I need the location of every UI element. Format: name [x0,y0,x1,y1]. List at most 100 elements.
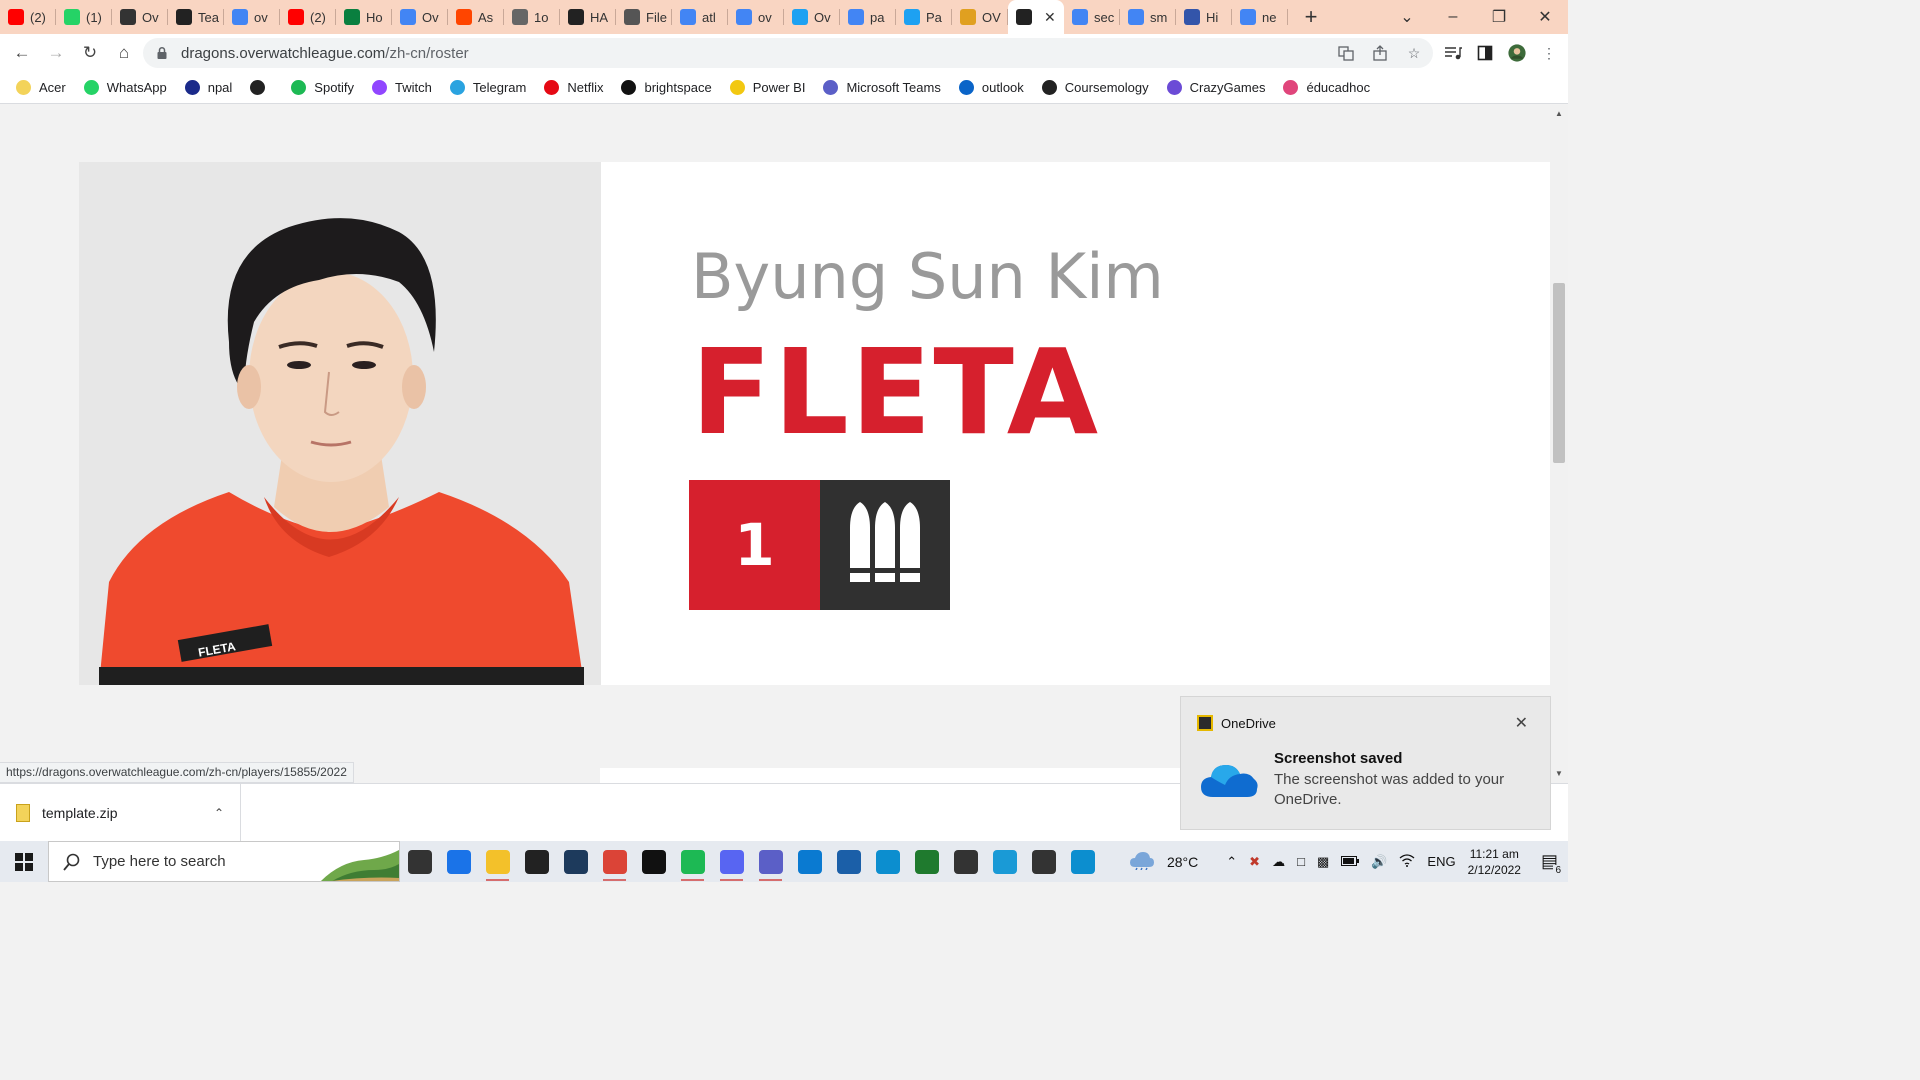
tab-search-icon[interactable]: ⌄ [1384,0,1430,34]
taskbar-app[interactable] [712,841,751,882]
bookmark-item[interactable]: Microsoft Teams [823,80,941,95]
taskbar-app[interactable] [556,841,595,882]
forward-button[interactable]: → [39,36,73,70]
taskbar-app[interactable] [946,841,985,882]
profile-avatar[interactable] [1508,44,1526,62]
language-indicator[interactable]: ENG [1427,854,1455,869]
browser-tab[interactable]: As [448,0,504,34]
page-scrollbar[interactable]: ▲ ▼ [1550,105,1568,783]
taskbar-search-box[interactable]: Type here to search [48,841,400,882]
bookmark-item[interactable]: Power BI [729,80,805,95]
bookmark-item[interactable]: brightspace [621,80,712,95]
taskbar-app[interactable] [751,841,790,882]
url-text[interactable]: dragons.overwatchleague.com/zh-cn/roster [181,45,469,62]
scroll-down-arrow[interactable]: ▼ [1554,769,1564,779]
bookmark-star-icon[interactable]: ☆ [1405,44,1423,62]
bookmark-item[interactable]: Telegram [449,80,526,95]
browser-tab[interactable]: OV [952,0,1008,34]
bookmark-item[interactable]: Acer [16,80,66,95]
security-icon[interactable]: ▩ [1317,854,1329,870]
chrome-menu-icon[interactable]: ⋮ [1540,44,1558,62]
browser-tab[interactable]: ov [728,0,784,34]
wifi-icon[interactable] [1399,853,1415,870]
onedrive-notification[interactable]: OneDrive ✕ Screenshot saved The screensh… [1180,696,1551,830]
device-icon[interactable]: □ [1297,854,1305,869]
media-control-icon[interactable] [1444,44,1462,62]
taskbar-app[interactable] [439,841,478,882]
chevron-up-icon[interactable]: ⌃ [1226,854,1237,870]
taskbar-app[interactable] [985,841,1024,882]
network-error-icon[interactable]: ✖ [1249,854,1260,870]
browser-tab[interactable]: atl [672,0,728,34]
browser-tab[interactable]: sec [1064,0,1120,34]
chevron-up-icon[interactable]: ⌃ [214,806,224,820]
taskbar-app[interactable] [1024,841,1063,882]
taskbar-app[interactable] [673,841,712,882]
browser-tab[interactable]: Ov [784,0,840,34]
scroll-thumb[interactable] [1553,283,1565,463]
bookmark-item[interactable]: CrazyGames [1166,80,1265,95]
browser-tab[interactable]: Hi [1176,0,1232,34]
bookmark-item[interactable]: WhatsApp [83,80,167,95]
close-window-button[interactable]: ✕ [1522,0,1568,34]
close-tab-icon[interactable]: ✕ [1044,9,1056,26]
browser-tab[interactable]: 1o [504,0,560,34]
taskbar-app[interactable] [868,841,907,882]
weather-temperature[interactable]: 28°C [1167,854,1198,870]
browser-tab[interactable]: (1) [56,0,112,34]
browser-tab[interactable]: ov [224,0,280,34]
bookmark-item[interactable]: Netflix [544,80,603,95]
system-clock[interactable]: 11:21 am 2/12/2022 [1468,846,1521,878]
side-panel-icon[interactable] [1476,44,1494,62]
bookmark-item[interactable]: éducadhoc [1283,80,1370,95]
notification-center-icon[interactable]: ▤ 6 [1541,851,1563,876]
taskbar-app[interactable] [1063,841,1102,882]
volume-icon[interactable]: 🔊 [1371,854,1387,870]
browser-tab[interactable]: Tea [168,0,224,34]
browser-tab[interactable]: (2) [280,0,336,34]
scroll-up-arrow[interactable]: ▲ [1554,109,1564,119]
browser-tab[interactable]: Ov [392,0,448,34]
minimize-button[interactable]: – [1430,0,1476,34]
browser-tab[interactable]: File [616,0,672,34]
bookmark-item[interactable]: Spotify [291,80,354,95]
back-button[interactable]: ← [5,36,39,70]
browser-tab[interactable]: pa [840,0,896,34]
browser-tab[interactable]: Ov [112,0,168,34]
taskbar-app[interactable] [907,841,946,882]
taskbar-app[interactable] [478,841,517,882]
lock-icon[interactable] [155,46,169,60]
browser-tab[interactable]: (2) [0,0,56,34]
start-button[interactable] [0,841,48,882]
taskbar-app[interactable] [595,841,634,882]
taskbar-app[interactable] [829,841,868,882]
browser-tab[interactable]: HA [560,0,616,34]
bookmark-item[interactable]: outlook [958,80,1024,95]
battery-icon[interactable] [1341,854,1360,869]
home-button[interactable]: ⌂ [107,36,141,70]
restore-button[interactable]: ❐ [1476,0,1522,34]
browser-tab[interactable]: ✕ [1008,0,1064,34]
taskbar-app[interactable] [634,841,673,882]
browser-tab[interactable]: Ho [336,0,392,34]
bookmark-item[interactable]: npal [184,80,232,95]
taskbar-app[interactable] [790,841,829,882]
taskbar-app[interactable] [517,841,556,882]
bookmark-item[interactable]: Coursemology [1041,80,1149,95]
player-card[interactable]: FLETA Byung Sun Kim FLETA 1 [79,162,1550,685]
address-bar[interactable]: dragons.overwatchleague.com/zh-cn/roster… [143,38,1433,68]
weather-icon[interactable] [1129,850,1155,873]
browser-tab[interactable]: sm [1120,0,1176,34]
bookmark-item[interactable]: Twitch [372,80,432,95]
taskbar-app[interactable] [400,841,439,882]
close-notification-button[interactable]: ✕ [1515,713,1528,733]
share-icon[interactable] [1371,44,1389,62]
browser-tab[interactable]: ne [1232,0,1288,34]
new-tab-button[interactable]: + [1296,2,1326,32]
translate-icon[interactable] [1337,44,1355,62]
download-item[interactable]: template.zip ⌃ [16,784,241,842]
reload-button[interactable]: ↻ [73,36,107,70]
bookmark-item[interactable] [250,80,273,95]
browser-tab[interactable]: Pa [896,0,952,34]
onedrive-tray-icon[interactable]: ☁ [1272,854,1285,870]
